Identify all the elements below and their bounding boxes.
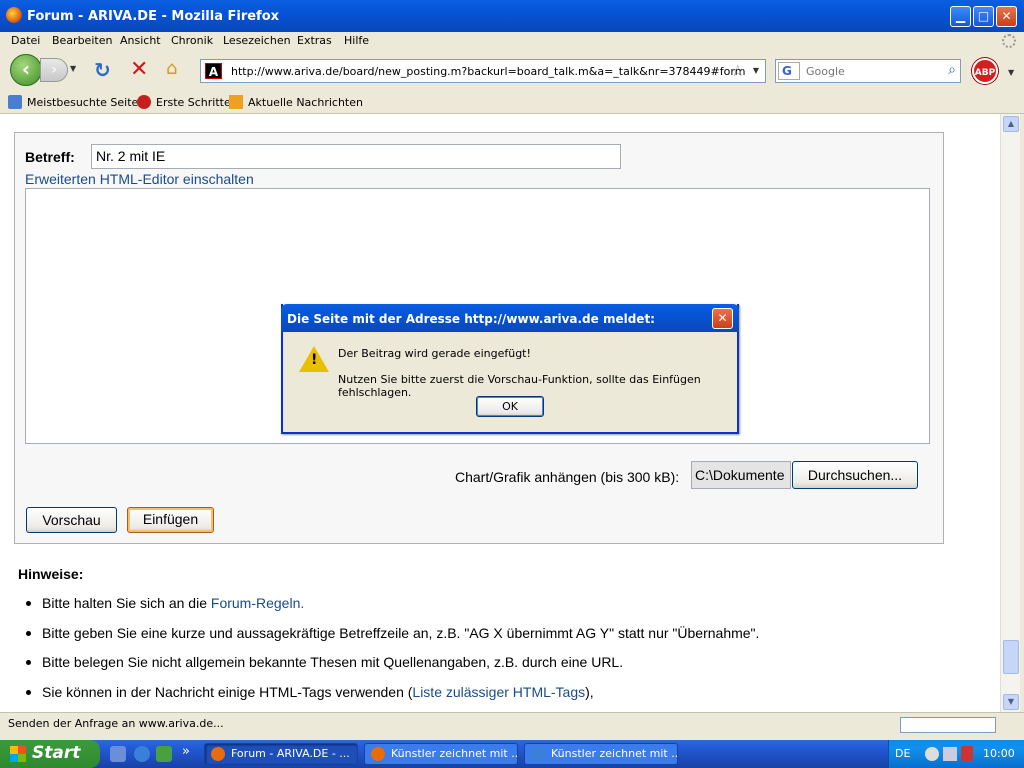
progress-bar bbox=[900, 717, 996, 733]
adblock-dropdown-icon[interactable]: ▼ bbox=[1008, 68, 1014, 77]
navigation-toolbar: ‹ › ▼ ↻ ✕ ⌂ A http://www.ariva.de/board/… bbox=[0, 50, 1024, 90]
firefox-icon bbox=[211, 747, 225, 761]
task-ie-kuenstler[interactable]: Künstler zeichnet mit ... bbox=[524, 743, 678, 765]
site-favicon-icon: A bbox=[205, 63, 222, 79]
ok-button[interactable]: OK bbox=[476, 396, 544, 417]
scroll-thumb[interactable] bbox=[1003, 640, 1019, 674]
menu-bearbeiten[interactable]: Bearbeiten bbox=[52, 34, 112, 47]
reload-icon[interactable]: ↻ bbox=[94, 58, 111, 82]
task-firefox-kuenstler[interactable]: Künstler zeichnet mit ... bbox=[364, 743, 518, 765]
hint-text: Bitte belegen Sie nicht allgemein bekann… bbox=[42, 654, 624, 670]
hint-text: Bitte geben Sie eine kurze und aussagekr… bbox=[42, 625, 760, 641]
hint-item: Bitte belegen Sie nicht allgemein bekann… bbox=[25, 654, 624, 670]
task-label: Forum - ARIVA.DE - ... bbox=[231, 747, 350, 760]
hint-text: ), bbox=[585, 684, 594, 700]
browse-button[interactable]: Durchsuchen... bbox=[792, 461, 918, 489]
menu-datei[interactable]: Datei bbox=[11, 34, 40, 47]
tray-icon[interactable] bbox=[925, 747, 939, 761]
status-bar: Senden der Anfrage an www.ariva.de... bbox=[0, 712, 1024, 740]
language-indicator[interactable]: DE bbox=[895, 747, 910, 760]
task-label: Künstler zeichnet mit ... bbox=[391, 747, 518, 760]
bookmark-meistbesucht[interactable]: Meistbesuchte Seiten bbox=[27, 96, 145, 109]
alert-dialog: Die Seite mit der Adresse http://www.ari… bbox=[281, 304, 739, 434]
throbber-icon bbox=[1002, 34, 1016, 48]
maximize-button[interactable]: □ bbox=[973, 6, 994, 27]
menu-chronik[interactable]: Chronik bbox=[171, 34, 213, 47]
history-dropdown-icon[interactable]: ▼ bbox=[70, 64, 76, 73]
vertical-scrollbar[interactable]: ▲ ▼ bbox=[1000, 114, 1020, 712]
menu-hilfe[interactable]: Hilfe bbox=[344, 34, 369, 47]
search-icon[interactable]: ⌕ bbox=[948, 62, 956, 78]
hint-text: Sie können in der Nachricht einige HTML-… bbox=[42, 684, 413, 700]
task-label: Künstler zeichnet mit ... bbox=[551, 747, 678, 760]
url-dropdown-icon[interactable]: ▼ bbox=[753, 66, 759, 75]
bookmark-erste-schritte[interactable]: Erste Schritte bbox=[156, 96, 231, 109]
smart-bookmark-icon bbox=[8, 95, 22, 109]
quicklaunch-icon[interactable] bbox=[110, 746, 126, 762]
home-icon[interactable]: ⌂ bbox=[166, 58, 177, 79]
ie-icon[interactable] bbox=[134, 746, 150, 762]
scroll-up-button[interactable]: ▲ bbox=[1003, 116, 1019, 132]
dialog-message: Der Beitrag wird gerade eingefügt! bbox=[338, 347, 531, 360]
search-engine-icon[interactable]: G bbox=[778, 62, 800, 80]
html-editor-link[interactable]: Erweiterten HTML-Editor einschalten bbox=[25, 171, 254, 187]
attach-label: Chart/Grafik anhängen (bis 300 kB): bbox=[455, 469, 680, 485]
menu-ansicht[interactable]: Ansicht bbox=[120, 34, 161, 47]
url-text[interactable]: http://www.ariva.de/board/new_posting.m?… bbox=[231, 65, 745, 78]
firefox-icon bbox=[371, 747, 385, 761]
windows-logo-icon bbox=[10, 746, 26, 762]
menu-lesezeichen[interactable]: Lesezeichen bbox=[223, 34, 291, 47]
firefox-icon bbox=[6, 7, 22, 23]
clock[interactable]: 10:00 bbox=[983, 747, 1015, 760]
firefox-window: Forum - ARIVA.DE - Mozilla Firefox ▁ □ ✕… bbox=[0, 0, 1024, 740]
firefox-page-icon bbox=[137, 95, 151, 109]
dialog-close-button[interactable]: ✕ bbox=[712, 308, 733, 329]
hint-item: Bitte geben Sie eine kurze und aussagekr… bbox=[25, 625, 760, 641]
subject-label: Betreff: bbox=[25, 149, 75, 165]
html-tags-link[interactable]: Liste zulässiger HTML-Tags bbox=[412, 684, 585, 700]
file-path-input[interactable]: C:\Dokumente bbox=[691, 461, 791, 489]
network-icon[interactable] bbox=[943, 747, 957, 761]
menu-bar: Datei Bearbeiten Ansicht Chronik Lesezei… bbox=[0, 32, 1024, 50]
quicklaunch-overflow-icon[interactable]: » bbox=[182, 744, 190, 759]
insert-button[interactable]: Einfügen bbox=[127, 507, 214, 533]
scroll-down-button[interactable]: ▼ bbox=[1003, 694, 1019, 710]
warning-icon: ! bbox=[299, 346, 329, 372]
hints-title: Hinweise: bbox=[18, 566, 84, 582]
security-icon[interactable] bbox=[961, 746, 973, 761]
dialog-title[interactable]: Die Seite mit der Adresse http://www.ari… bbox=[281, 304, 739, 332]
ie-icon bbox=[531, 747, 545, 761]
forward-button[interactable]: › bbox=[40, 58, 68, 82]
hint-text: Bitte halten Sie sich an die bbox=[42, 595, 211, 611]
start-button[interactable]: Start bbox=[0, 740, 100, 768]
hint-item: Bitte halten Sie sich an die Forum-Regel… bbox=[25, 595, 304, 611]
task-firefox-forum[interactable]: Forum - ARIVA.DE - ... bbox=[204, 743, 358, 765]
rss-icon bbox=[229, 95, 243, 109]
close-button[interactable]: ✕ bbox=[996, 6, 1017, 27]
hint-item: Sie können in der Nachricht einige HTML-… bbox=[26, 684, 594, 700]
back-button[interactable]: ‹ bbox=[10, 54, 42, 86]
title-bar[interactable]: Forum - ARIVA.DE - Mozilla Firefox ▁ □ ✕ bbox=[0, 0, 1024, 32]
system-tray: DE 10:00 bbox=[888, 740, 1024, 768]
minimize-button[interactable]: ▁ bbox=[950, 6, 971, 27]
desktop-icon[interactable] bbox=[156, 746, 172, 762]
forum-rules-link[interactable]: Forum-Regeln. bbox=[211, 595, 304, 611]
adblock-icon[interactable]: ABP bbox=[972, 58, 998, 84]
taskbar: Start » Forum - ARIVA.DE - ... Künstler … bbox=[0, 740, 1024, 768]
menu-extras[interactable]: Extras bbox=[297, 34, 332, 47]
search-input[interactable] bbox=[806, 63, 936, 80]
start-label: Start bbox=[32, 743, 81, 763]
preview-button[interactable]: Vorschau bbox=[26, 507, 117, 533]
window-title: Forum - ARIVA.DE - Mozilla Firefox bbox=[27, 9, 280, 24]
url-bar[interactable]: A http://www.ariva.de/board/new_posting.… bbox=[200, 59, 766, 83]
stop-icon[interactable]: ✕ bbox=[130, 57, 148, 82]
subject-input[interactable]: Nr. 2 mit IE bbox=[91, 144, 621, 169]
status-text: Senden der Anfrage an www.ariva.de... bbox=[8, 717, 224, 730]
bookmark-aktuelle-nachrichten[interactable]: Aktuelle Nachrichten bbox=[248, 96, 363, 109]
bookmark-star-icon[interactable]: ☆ bbox=[731, 61, 745, 80]
search-box[interactable]: G ⌕ bbox=[775, 59, 961, 83]
bookmarks-toolbar: Meistbesuchte Seiten Erste Schritte Aktu… bbox=[0, 90, 1024, 114]
